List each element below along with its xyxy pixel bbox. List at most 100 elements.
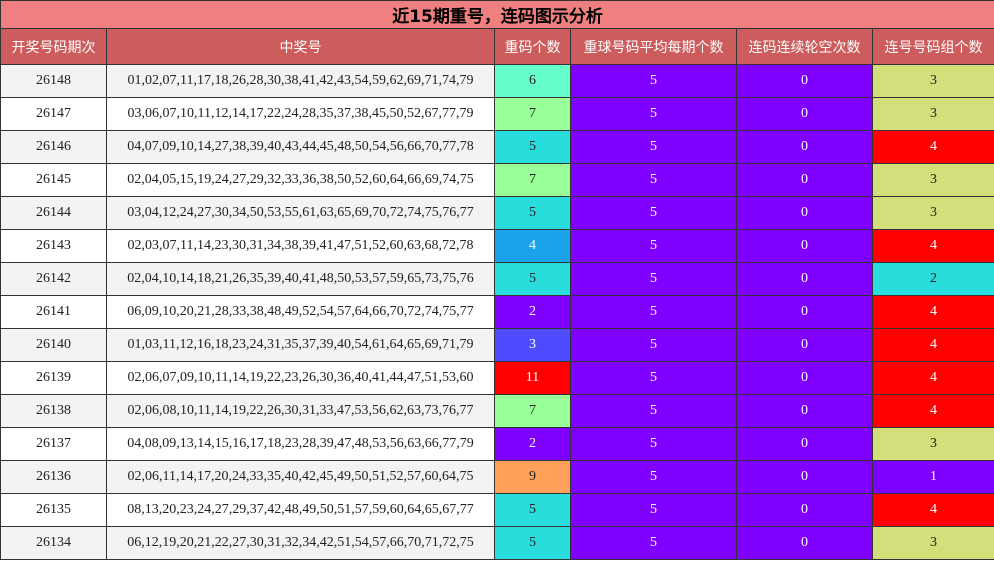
consecutive-cell: 3 — [871, 526, 994, 560]
consecutive-cell: 4 — [871, 361, 994, 395]
period-cell: 26145 — [0, 163, 107, 197]
numbers-cell: 06,09,10,20,21,28,33,38,48,49,52,54,57,6… — [106, 295, 495, 329]
period-cell: 26144 — [0, 196, 107, 230]
consecutive-cell: 4 — [871, 328, 994, 362]
table-body: 26148 01,02,07,11,17,18,26,28,30,38,41,42… — [0, 64, 994, 560]
repeat-cell: 5 — [494, 196, 571, 230]
table-row: 26148 01,02,07,11,17,18,26,28,30,38,41,42… — [0, 64, 994, 98]
repeat-cell: 3 — [494, 328, 571, 362]
numbers-cell: 02,04,05,15,19,24,27,29,32,33,36,38,50,5… — [106, 163, 495, 197]
period-cell: 26141 — [0, 295, 107, 329]
header-numbers: 中奖号 — [106, 28, 495, 65]
consecutive-cell: 4 — [871, 493, 994, 527]
repeat-cell: 7 — [494, 97, 571, 131]
table-row: 26145 02,04,05,15,19,24,27,29,32,33,36,38… — [0, 163, 994, 197]
period-cell: 26140 — [0, 328, 107, 362]
repeat-cell: 2 — [494, 295, 571, 329]
numbers-cell: 02,03,07,11,14,23,30,31,34,38,39,41,47,5… — [106, 229, 495, 263]
average-cell: 5 — [570, 493, 737, 527]
header-gap-count: 连码连续轮空次数 — [736, 28, 873, 65]
header-average-repeat: 重球号码平均每期个数 — [570, 28, 737, 65]
gap-cell: 0 — [736, 163, 873, 197]
analysis-table: 近15期重号，连码图示分析 开奖号码期次 中奖号 重码个数 重球号码平均每期个数… — [0, 0, 994, 560]
gap-cell: 0 — [736, 97, 873, 131]
header-repeat-count: 重码个数 — [494, 28, 571, 65]
table-title: 近15期重号，连码图示分析 — [0, 0, 994, 29]
average-cell: 5 — [570, 328, 737, 362]
gap-cell: 0 — [736, 526, 873, 560]
average-cell: 5 — [570, 262, 737, 296]
consecutive-cell: 3 — [871, 97, 994, 131]
period-cell: 26139 — [0, 361, 107, 395]
average-cell: 5 — [570, 97, 737, 131]
numbers-cell: 01,03,11,12,16,18,23,24,31,35,37,39,40,5… — [106, 328, 495, 362]
consecutive-cell: 1 — [871, 460, 994, 494]
table-row: 26135 08,13,20,23,24,27,29,37,42,48,49,50… — [0, 493, 994, 527]
repeat-cell: 7 — [494, 163, 571, 197]
consecutive-cell: 3 — [871, 427, 994, 461]
average-cell: 5 — [570, 130, 737, 164]
period-cell: 26137 — [0, 427, 107, 461]
gap-cell: 0 — [736, 328, 873, 362]
average-cell: 5 — [570, 394, 737, 428]
gap-cell: 0 — [736, 64, 873, 98]
consecutive-cell: 4 — [871, 295, 994, 329]
consecutive-cell: 4 — [871, 229, 994, 263]
table-row: 26141 06,09,10,20,21,28,33,38,48,49,52,54… — [0, 295, 994, 329]
table-row: 26143 02,03,07,11,14,23,30,31,34,38,39,41… — [0, 229, 994, 263]
period-cell: 26138 — [0, 394, 107, 428]
table-row: 26138 02,06,08,10,11,14,19,22,26,30,31,33… — [0, 394, 994, 428]
consecutive-cell: 3 — [871, 64, 994, 98]
table-row: 26136 02,06,11,14,17,20,24,33,35,40,42,45… — [0, 460, 994, 494]
repeat-cell: 5 — [494, 130, 571, 164]
gap-cell: 0 — [736, 229, 873, 263]
header-row: 开奖号码期次 中奖号 重码个数 重球号码平均每期个数 连码连续轮空次数 连号号码… — [0, 28, 994, 65]
consecutive-cell: 2 — [871, 262, 994, 296]
numbers-cell: 04,08,09,13,14,15,16,17,18,23,28,39,47,4… — [106, 427, 495, 461]
repeat-cell: 2 — [494, 427, 571, 461]
average-cell: 5 — [570, 64, 737, 98]
repeat-cell: 5 — [494, 526, 571, 560]
table-row: 26146 04,07,09,10,14,27,38,39,40,43,44,45… — [0, 130, 994, 164]
numbers-cell: 06,12,19,20,21,22,27,30,31,32,34,42,51,5… — [106, 526, 495, 560]
numbers-cell: 04,07,09,10,14,27,38,39,40,43,44,45,48,5… — [106, 130, 495, 164]
gap-cell: 0 — [736, 460, 873, 494]
numbers-cell: 03,04,12,24,27,30,34,50,53,55,61,63,65,6… — [106, 196, 495, 230]
numbers-cell: 02,04,10,14,18,21,26,35,39,40,41,48,50,5… — [106, 262, 495, 296]
repeat-cell: 5 — [494, 262, 571, 296]
header-period: 开奖号码期次 — [0, 28, 107, 65]
numbers-cell: 08,13,20,23,24,27,29,37,42,48,49,50,51,5… — [106, 493, 495, 527]
table-row: 26137 04,08,09,13,14,15,16,17,18,23,28,39… — [0, 427, 994, 461]
table-row: 26140 01,03,11,12,16,18,23,24,31,35,37,39… — [0, 328, 994, 362]
title-row: 近15期重号，连码图示分析 — [0, 0, 994, 29]
period-cell: 26148 — [0, 64, 107, 98]
period-cell: 26146 — [0, 130, 107, 164]
consecutive-cell: 4 — [871, 130, 994, 164]
numbers-cell: 02,06,08,10,11,14,19,22,26,30,31,33,47,5… — [106, 394, 495, 428]
repeat-cell: 5 — [494, 493, 571, 527]
consecutive-cell: 3 — [871, 196, 994, 230]
gap-cell: 0 — [736, 493, 873, 527]
period-cell: 26147 — [0, 97, 107, 131]
repeat-cell: 7 — [494, 394, 571, 428]
header-consecutive-groups: 连号号码组个数 — [871, 28, 994, 65]
period-cell: 26143 — [0, 229, 107, 263]
table-row: 26144 03,04,12,24,27,30,34,50,53,55,61,63… — [0, 196, 994, 230]
repeat-cell: 11 — [494, 361, 571, 395]
average-cell: 5 — [570, 361, 737, 395]
repeat-cell: 6 — [494, 64, 571, 98]
gap-cell: 0 — [736, 196, 873, 230]
average-cell: 5 — [570, 460, 737, 494]
period-cell: 26136 — [0, 460, 107, 494]
gap-cell: 0 — [736, 262, 873, 296]
repeat-cell: 4 — [494, 229, 571, 263]
gap-cell: 0 — [736, 427, 873, 461]
average-cell: 5 — [570, 196, 737, 230]
gap-cell: 0 — [736, 361, 873, 395]
period-cell: 26134 — [0, 526, 107, 560]
table-row: 26134 06,12,19,20,21,22,27,30,31,32,34,42… — [0, 526, 994, 560]
table-row: 26142 02,04,10,14,18,21,26,35,39,40,41,48… — [0, 262, 994, 296]
consecutive-cell: 4 — [871, 394, 994, 428]
average-cell: 5 — [570, 526, 737, 560]
numbers-cell: 01,02,07,11,17,18,26,28,30,38,41,42,43,5… — [106, 64, 495, 98]
